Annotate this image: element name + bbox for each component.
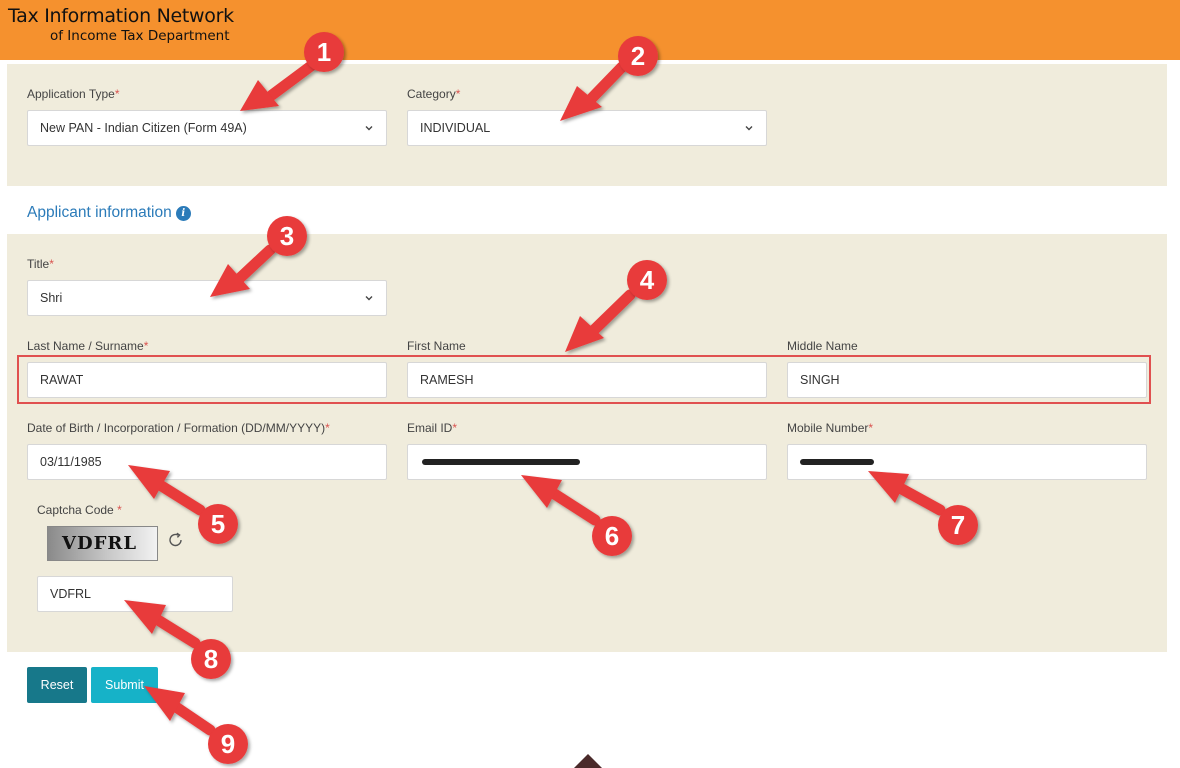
mobile-input[interactable]	[787, 444, 1147, 480]
chevron-down-icon	[745, 126, 753, 131]
title-value: Shri	[40, 291, 63, 305]
chevron-down-icon	[365, 296, 373, 301]
application-type-select[interactable]: New PAN - Indian Citizen (Form 49A)	[27, 110, 387, 146]
first-name-value: RAMESH	[420, 373, 474, 387]
first-name-input[interactable]: RAMESH	[407, 362, 767, 398]
mobile-label: Mobile Number*	[787, 421, 874, 435]
chevron-down-icon	[365, 126, 373, 131]
category-value: INDIVIDUAL	[420, 121, 491, 135]
title-label: Title*	[27, 257, 54, 271]
scroll-up-icon[interactable]	[573, 752, 603, 768]
category-label: Category*	[407, 87, 461, 101]
submit-button[interactable]: Submit	[91, 667, 158, 703]
annotation-arrow	[170, 701, 216, 736]
dob-value: 03/11/1985	[40, 455, 102, 469]
site-subtitle: of Income Tax Department	[50, 28, 230, 44]
site-title[interactable]: Tax Information Network	[8, 5, 234, 27]
email-label: Email ID*	[407, 421, 458, 435]
annotation-badge-9: 9	[221, 729, 235, 759]
site-header: Tax Information Network of Income Tax De…	[0, 0, 1180, 60]
reset-button[interactable]: Reset	[27, 667, 87, 703]
title-select[interactable]: Shri	[27, 280, 387, 316]
last-name-value: RAWAT	[40, 373, 84, 387]
last-name-label: Last Name / Surname*	[27, 339, 149, 353]
mobile-redaction	[800, 459, 874, 465]
last-name-input[interactable]: RAWAT	[27, 362, 387, 398]
captcha-input-value: VDFRL	[50, 587, 91, 601]
application-type-value: New PAN - Indian Citizen (Form 49A)	[40, 121, 247, 135]
middle-name-input[interactable]: SINGH	[787, 362, 1147, 398]
captcha-input[interactable]: VDFRL	[37, 576, 233, 612]
email-redaction	[422, 459, 580, 465]
refresh-icon[interactable]	[166, 530, 186, 550]
first-name-label: First Name	[407, 339, 466, 353]
page: Tax Information Network of Income Tax De…	[0, 0, 1180, 768]
middle-name-label: Middle Name	[787, 339, 858, 353]
applicant-information-heading: Applicant information i	[27, 204, 191, 222]
dob-label: Date of Birth / Incorporation / Formatio…	[27, 421, 330, 435]
application-type-label: Application Type*	[27, 87, 120, 101]
email-input[interactable]	[407, 444, 767, 480]
captcha-label: Captcha Code *	[37, 503, 122, 517]
dob-input[interactable]: 03/11/1985	[27, 444, 387, 480]
category-select[interactable]: INDIVIDUAL	[407, 110, 767, 146]
captcha-image: VDFRL	[47, 526, 158, 561]
middle-name-value: SINGH	[800, 373, 840, 387]
info-icon[interactable]: i	[175, 206, 191, 221]
